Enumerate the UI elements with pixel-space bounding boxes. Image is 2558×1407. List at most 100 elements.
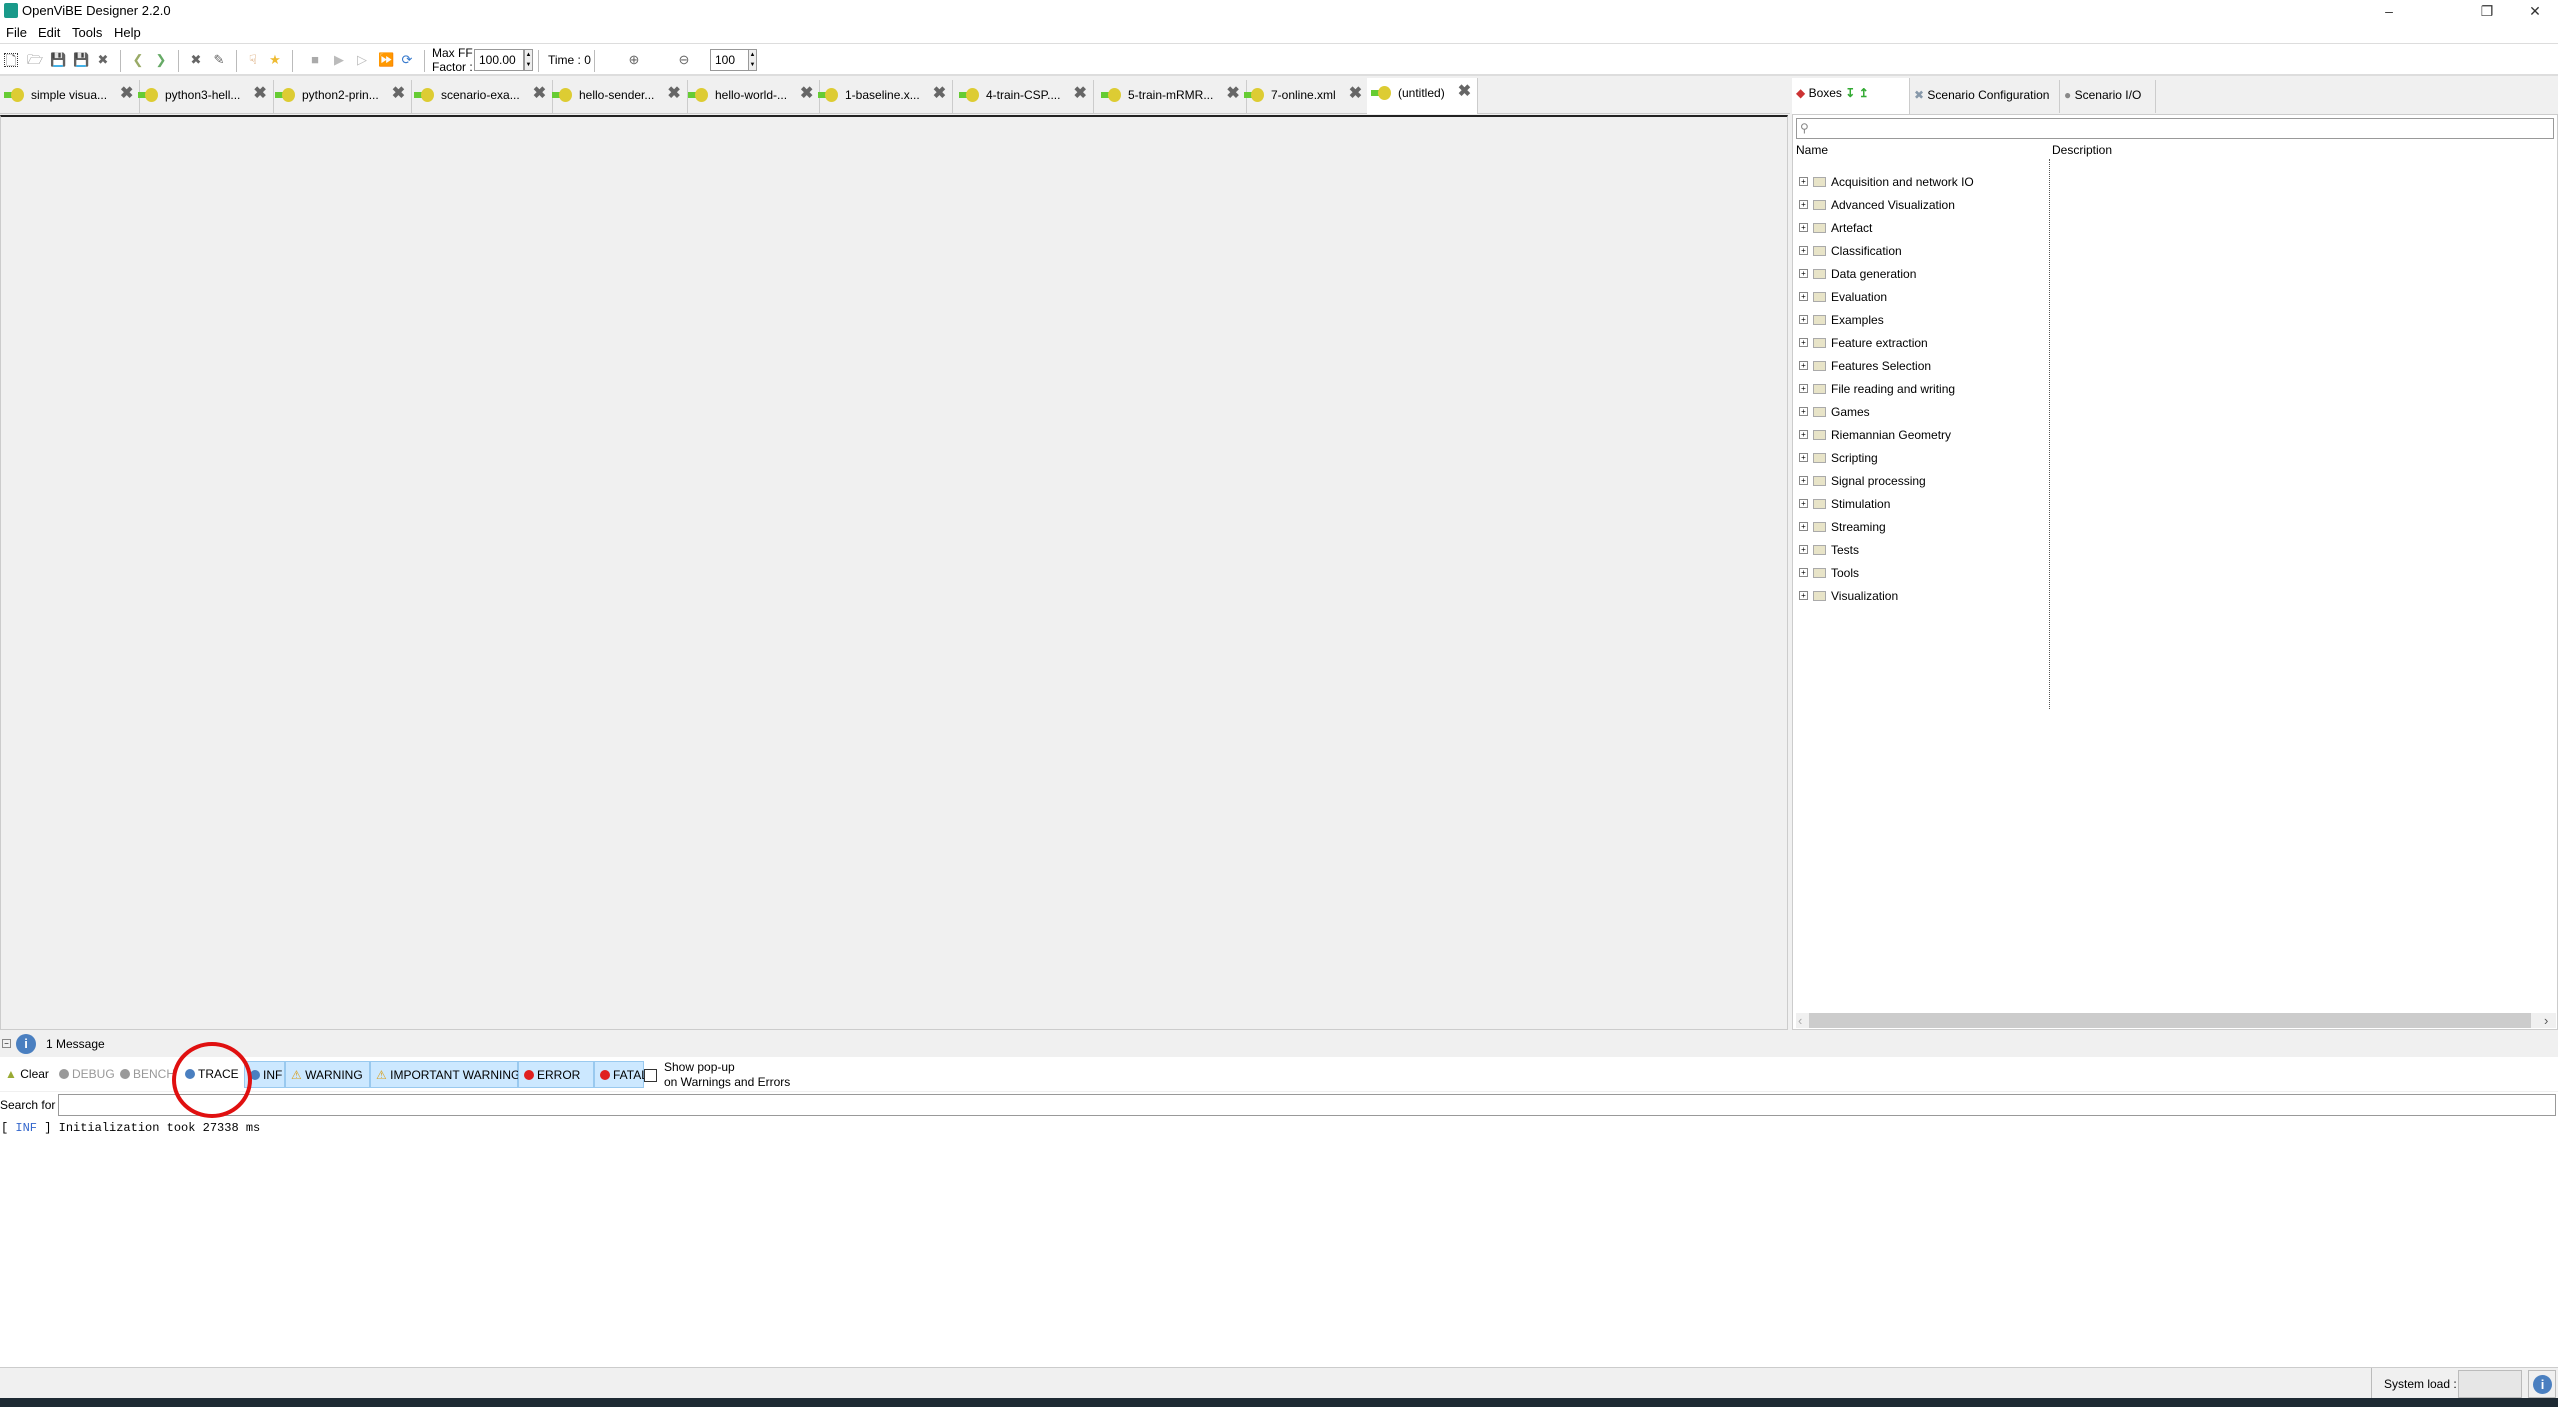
close-tab-icon[interactable]: ✖ [1226,86,1239,102]
column-name[interactable]: Name [1796,143,1828,157]
tab-boxes[interactable]: ◆ Boxes ↧ ↥ [1792,78,1910,114]
expand-icon[interactable]: + [1799,269,1808,278]
filter-error[interactable]: ERROR [518,1061,594,1088]
undo-icon[interactable]: ❮ [131,53,145,67]
filter-warning[interactable]: ⚠ WARNING [285,1061,370,1088]
tab-untitled[interactable]: (untitled) ✖ [1367,78,1479,114]
tab-hello-sender[interactable]: hello-sender... ✖ [548,80,688,113]
zoom-in-icon[interactable]: ⊕ [627,53,641,67]
box-category[interactable]: + Features Selection [1799,354,1931,377]
tab-scenario-exa[interactable]: scenario-exa... ✖ [410,80,554,113]
expand-icon[interactable]: + [1799,407,1808,416]
open-icon[interactable]: 🗁 [27,53,43,67]
scroll-right-icon[interactable]: › [2544,1013,2548,1028]
tab-python3[interactable]: python3-hell... ✖ [134,80,274,113]
tab-hello-world[interactable]: hello-world-... ✖ [684,80,821,113]
fast-forward-icon[interactable]: ⏩ [378,53,394,67]
tab-5-train-mrmr[interactable]: 5-train-mRMR... ✖ [1097,80,1247,113]
box-category[interactable]: + Tests [1799,538,1859,561]
zoom-out-icon[interactable]: ⊖ [677,53,691,67]
tab-scenario-configuration[interactable]: ✖ Scenario Configuration [1910,80,2060,113]
expand-icon[interactable]: + [1799,568,1808,577]
expand-icon[interactable]: + [1799,499,1808,508]
expand-icon[interactable]: + [1799,476,1808,485]
about-button[interactable]: i [2528,1370,2556,1398]
filter-important-warning[interactable]: ⚠ IMPORTANT WARNING [370,1061,520,1088]
box-category[interactable]: + Artefact [1799,216,1872,239]
menu-help[interactable]: Help [114,25,141,40]
collapse-icon[interactable]: − [2,1039,11,1048]
save-icon[interactable]: 💾 [50,53,66,67]
close-icon[interactable]: ✖ [96,53,110,67]
expand-icon[interactable]: + [1799,591,1808,600]
expand-icon[interactable]: + [1799,223,1808,232]
box-category[interactable]: + Acquisition and network IO [1799,170,1974,193]
filter-bench[interactable]: BENCH [115,1061,180,1088]
box-category[interactable]: + Streaming [1799,515,1886,538]
close-tab-icon[interactable]: ✖ [392,86,405,102]
expand-icon[interactable]: + [1799,177,1808,186]
filter-fatal[interactable]: FATAL [594,1061,648,1088]
expand-icon[interactable]: + [1799,246,1808,255]
scroll-left-icon[interactable]: ‹ [1798,1013,1802,1028]
expand-icon[interactable]: + [1799,384,1808,393]
tab-simple-visua[interactable]: simple visua... ✖ [0,80,141,113]
expand-icon[interactable]: + [1799,453,1808,462]
box-category[interactable]: + Signal processing [1799,469,1926,492]
settings-icon[interactable]: ✖ [189,53,203,67]
minimize-button[interactable]: – [2366,0,2412,22]
redo-icon[interactable]: ❯ [154,53,168,67]
tab-4-train-csp[interactable]: 4-train-CSP.... ✖ [955,80,1094,113]
box-category[interactable]: + Riemannian Geometry [1799,423,1951,446]
collapse-all-icon[interactable]: ↥ [1859,86,1869,100]
box-category[interactable]: + File reading and writing [1799,377,1955,400]
expand-icon[interactable]: + [1799,200,1808,209]
close-tab-icon[interactable]: ✖ [533,86,546,102]
menu-tools[interactable]: Tools [72,25,102,40]
box-search-input[interactable]: ⚲ [1796,118,2554,139]
show-popup-checkbox[interactable] [644,1069,657,1082]
box-category[interactable]: + Examples [1799,308,1884,331]
max-ff-input[interactable]: 100.00 [474,49,524,71]
close-tab-icon[interactable]: ✖ [667,86,680,102]
box-category[interactable]: + Data generation [1799,262,1916,285]
box-category[interactable]: + Advanced Visualization [1799,193,1955,216]
column-description[interactable]: Description [2052,143,2112,157]
step-icon[interactable]: ▶ [332,53,346,67]
restore-button[interactable]: ❐ [2464,0,2510,22]
expand-icon[interactable]: + [1799,545,1808,554]
stop-icon[interactable]: ■ [308,53,322,67]
menu-file[interactable]: File [6,25,27,40]
box-category[interactable]: + Feature extraction [1799,331,1928,354]
box-category[interactable]: + Visualization [1799,584,1898,607]
filter-debug[interactable]: DEBUG [54,1061,115,1088]
save-as-icon[interactable]: 💾 [73,53,89,67]
scenario-canvas[interactable] [0,115,1788,1030]
tab-scenario-io[interactable]: ● Scenario I/O [2060,80,2156,113]
box-category[interactable]: + Scripting [1799,446,1878,469]
edit-comment-icon[interactable]: ✎ [212,53,226,67]
box-category[interactable]: + Evaluation [1799,285,1887,308]
scrollbar-thumb[interactable] [1809,1013,2531,1028]
star-icon[interactable]: ★ [268,53,282,67]
box-category[interactable]: + Classification [1799,239,1902,262]
box-category[interactable]: + Stimulation [1799,492,1890,515]
play-icon[interactable]: ▷ [355,53,369,67]
box-category[interactable]: + Games [1799,400,1870,423]
expand-icon[interactable]: + [1799,430,1808,439]
clear-button[interactable]: ▲ Clear [0,1061,54,1088]
close-tab-icon[interactable]: ✖ [800,86,813,102]
close-tab-icon[interactable]: ✖ [120,86,133,102]
expand-icon[interactable]: + [1799,292,1808,301]
tab-python2[interactable]: python2-prin... ✖ [271,80,413,113]
expand-icon[interactable]: + [1799,338,1808,347]
expand-icon[interactable]: + [1799,361,1808,370]
horizontal-scrollbar[interactable]: ‹ › [1796,1013,2556,1028]
box-category[interactable]: + Tools [1799,561,1859,584]
close-tab-icon[interactable]: ✖ [1458,84,1471,100]
tab-1-baseline[interactable]: 1-baseline.x... ✖ [814,80,954,113]
max-ff-stepper[interactable]: ▲ ▼ [524,49,533,71]
new-file-icon[interactable]: 🗋 [4,53,18,68]
close-tab-icon[interactable]: ✖ [1349,86,1362,102]
log-search-input[interactable] [58,1094,2556,1116]
